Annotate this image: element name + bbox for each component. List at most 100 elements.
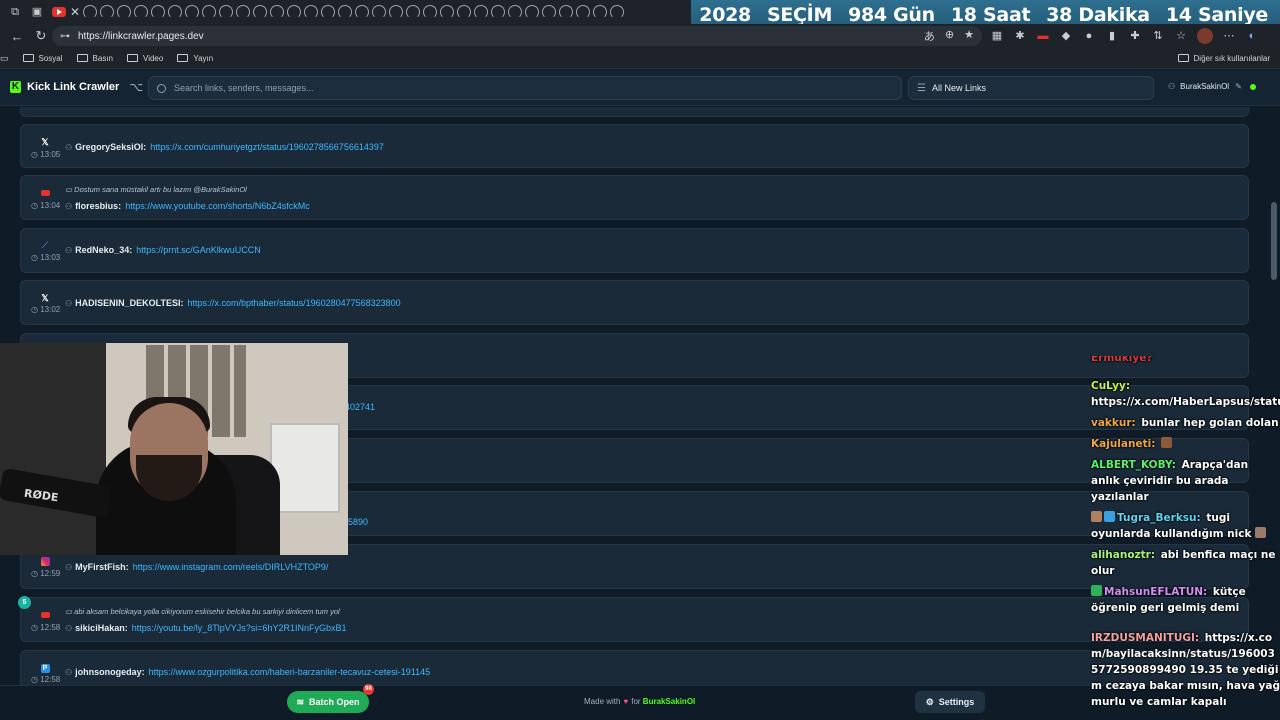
bookmark-folder-yayin[interactable]: Yayın xyxy=(177,54,213,63)
search-bar[interactable] xyxy=(148,76,902,100)
loading-tab-icon[interactable] xyxy=(185,5,200,19)
link-filter-dropdown[interactable]: ☰ All New Links xyxy=(908,76,1154,100)
loading-tab-icon[interactable] xyxy=(168,5,183,19)
link-url[interactable]: https://www.instagram.com/reels/DIRLVHZT… xyxy=(133,562,329,572)
reload-icon[interactable]: ↻ xyxy=(34,28,48,44)
loading-tab-icon[interactable] xyxy=(219,5,234,19)
url-text[interactable]: https://linkcrawler.pages.dev xyxy=(78,31,204,42)
link-url[interactable]: https://www.ozgurpolitika.com/haberi-bar… xyxy=(149,667,430,677)
chat-message: vakkur: bunlar hep golan dolan xyxy=(1091,417,1279,429)
favorite-star-icon[interactable]: ★ xyxy=(964,28,974,44)
loading-tab-icon[interactable] xyxy=(423,5,438,19)
timestamp: ◷ 12:58 xyxy=(31,675,61,684)
site-info-icon[interactable]: ⊶ xyxy=(60,31,70,42)
loading-tab-icon[interactable] xyxy=(134,5,149,19)
favorites-icon[interactable]: ☆ xyxy=(1174,29,1188,43)
loading-tab-icon[interactable] xyxy=(406,5,421,19)
loading-tab-icon[interactable] xyxy=(338,5,353,19)
search-input[interactable] xyxy=(174,83,874,93)
loading-tab-icon[interactable] xyxy=(236,5,251,19)
edit-icon[interactable]: ✎ xyxy=(1235,82,1242,91)
tab-actions-icon[interactable]: ▣ xyxy=(30,5,44,19)
author-link[interactable]: BurakSakinOl xyxy=(643,697,695,706)
list-item[interactable]: 𝕏 ◷ 13:05 ⚇ GregorySeksiOl: https://x.com/… xyxy=(20,124,1249,168)
loading-tab-icon[interactable] xyxy=(117,5,132,19)
settings-button[interactable]: ⚙ Settings xyxy=(915,691,985,713)
loading-tab-icon[interactable] xyxy=(100,5,115,19)
other-bookmarks[interactable]: Diğer sık kullanılanlar xyxy=(1177,54,1270,63)
loading-tab-icon[interactable] xyxy=(610,5,625,19)
link-url[interactable]: https://prnt.sc/GAnKlkwuUCCN xyxy=(136,245,261,255)
list-item[interactable]: P ◷ 12:58 ⚇ johnsonogeday: https://www.ozg… xyxy=(20,650,1249,685)
browser-address-bar: ← ↻ ⊶ https://linkcrawler.pages.dev あ ⊕ … xyxy=(0,24,1280,48)
chat-message: Kajulaneti: xyxy=(1088,436,1280,452)
loading-tab-icon[interactable] xyxy=(202,5,217,19)
loading-tab-icon[interactable] xyxy=(304,5,319,19)
list-item[interactable]: ◷ 13:04 ▭ Dostum sana müstakil artı bu l… xyxy=(20,175,1249,220)
heart-icon: ♥ xyxy=(623,697,629,706)
folder-icon xyxy=(76,54,88,62)
loading-tab-icon[interactable] xyxy=(321,5,336,19)
loading-tab-icon[interactable] xyxy=(270,5,285,19)
copilot-icon[interactable]: ◐ xyxy=(1245,29,1259,43)
bookmark-folder-video[interactable]: Video xyxy=(127,54,163,63)
loading-tab-icon[interactable] xyxy=(372,5,387,19)
folder-icon xyxy=(1177,54,1189,62)
user-menu[interactable]: ⚇ BurakSakinOl ✎ xyxy=(1168,82,1256,91)
workspaces-icon[interactable]: ⧉ xyxy=(8,5,22,19)
loading-tab-icon[interactable] xyxy=(355,5,370,19)
zoom-icon[interactable]: ⊕ xyxy=(945,28,954,44)
extensions-puzzle-icon[interactable]: ✚ xyxy=(1128,29,1142,43)
loading-tab-icon[interactable] xyxy=(83,5,98,19)
loading-tab-icon[interactable] xyxy=(542,5,557,19)
github-icon[interactable]: ⌥ xyxy=(129,80,143,94)
extension-icon[interactable]: ▬ xyxy=(1036,29,1050,43)
loading-tab-icon[interactable] xyxy=(151,5,166,19)
loading-tab-icon[interactable] xyxy=(508,5,523,19)
loading-tab-icon[interactable] xyxy=(525,5,540,19)
extension-icon[interactable]: ◆ xyxy=(1059,29,1073,43)
bookmark-folder-sosyal[interactable]: Sosyal xyxy=(22,54,63,63)
link-url[interactable]: https://youtu.be/ly_8TlpVYJs?si=6hY2R1IN… xyxy=(132,623,347,633)
loading-tab-icon[interactable] xyxy=(474,5,489,19)
split-screen-icon[interactable]: ⇅ xyxy=(1151,29,1165,43)
bookmark-folder-basin[interactable]: Basın xyxy=(76,54,113,63)
profile-avatar[interactable] xyxy=(1197,28,1213,44)
loading-tab-icon[interactable] xyxy=(287,5,302,19)
extension-icon[interactable]: ▮ xyxy=(1105,29,1119,43)
close-tab-icon[interactable]: ✕ xyxy=(70,5,80,19)
loading-tab-icon[interactable] xyxy=(593,5,608,19)
loading-tab-icon[interactable] xyxy=(253,5,268,19)
batch-open-button[interactable]: ≋ Batch Open xyxy=(287,691,369,713)
loading-tab-icon[interactable] xyxy=(440,5,455,19)
link-url[interactable]: https://x.com/bpthaber/status/1960280477… xyxy=(188,298,401,308)
brand[interactable]: K Kick Link Crawler ⌥ xyxy=(10,80,143,94)
reading-list-icon[interactable]: ▭ xyxy=(0,53,9,64)
loading-tab-icon[interactable] xyxy=(457,5,472,19)
url-field[interactable]: ⊶ https://linkcrawler.pages.dev あ ⊕ ★ xyxy=(52,26,982,46)
extension-icon[interactable]: ● xyxy=(1082,29,1096,43)
back-icon[interactable]: ← xyxy=(10,29,24,44)
loading-tab-icon[interactable] xyxy=(491,5,506,19)
app-header: K Kick Link Crawler ⌥ ☰ All New Links ⚇ … xyxy=(0,70,1280,106)
x-icon: 𝕏 xyxy=(41,137,49,147)
extension-icon[interactable]: ▦ xyxy=(990,29,1004,43)
youtube-tab-icon[interactable] xyxy=(52,7,66,17)
loading-tab-icon[interactable] xyxy=(559,5,574,19)
list-item[interactable]: ◷ 12:58 ▭ abi aksam belcikaya yolla ciki… xyxy=(20,597,1249,642)
app-title: Kick Link Crawler xyxy=(27,81,120,93)
kick-logo-icon: K xyxy=(10,81,21,93)
list-item[interactable]: 𝕏 ◷ 13:02 ⚇ HADISENIN_DEKOLTESI: https://x… xyxy=(20,280,1249,325)
loading-tab-icon[interactable] xyxy=(576,5,591,19)
more-menu-icon[interactable]: ⋯ xyxy=(1222,29,1236,43)
chat-message: Ermukiye? xyxy=(1091,356,1153,364)
link-url[interactable]: https://x.com/cumhuriyetgzt/status/19602… xyxy=(150,142,384,152)
countdown-minutes: 38 Dakika xyxy=(1046,4,1150,26)
loading-tab-icon[interactable] xyxy=(389,5,404,19)
list-item[interactable]: ⟋ ◷ 13:03 ⚇ RedNeko_34: https://prnt.sc/GA… xyxy=(20,228,1249,273)
translate-icon[interactable]: あ xyxy=(924,28,935,44)
extension-icon[interactable]: ✱ xyxy=(1013,29,1027,43)
scrollbar-thumb[interactable] xyxy=(1271,202,1277,280)
link-url[interactable]: https://www.youtube.com/shorts/N6bZ4sfck… xyxy=(125,201,310,211)
username: BurakSakinOl xyxy=(1180,82,1230,91)
